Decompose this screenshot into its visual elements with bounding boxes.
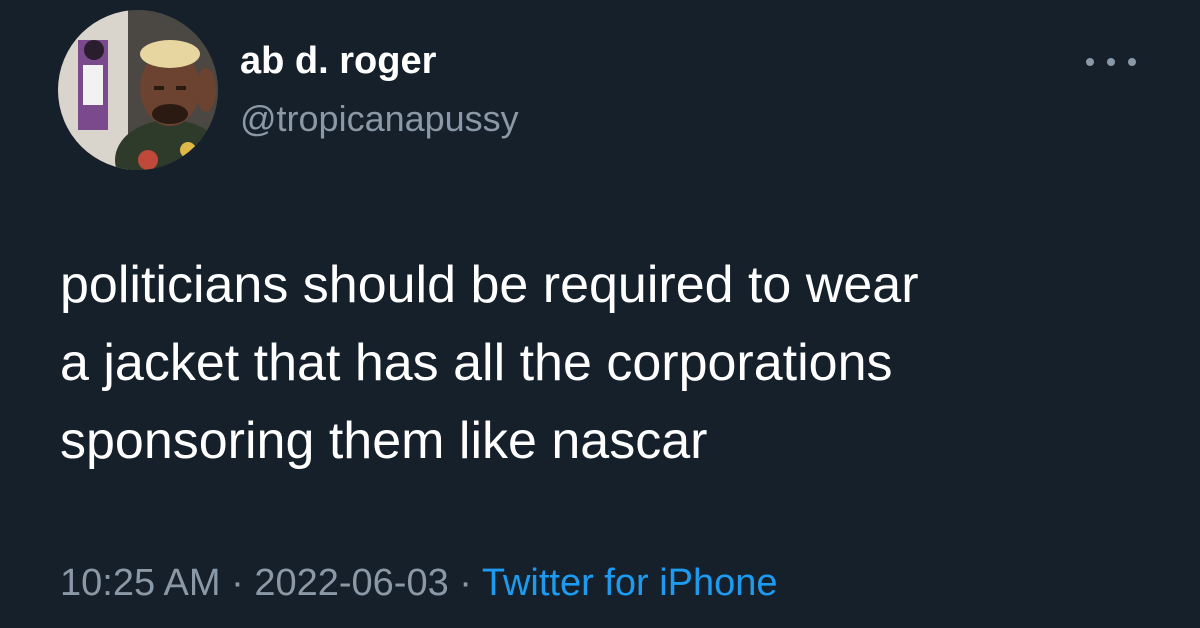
tweet-card: ab d. roger @tropicanapussy politicians … [0, 0, 1200, 628]
tweet-text-line: a jacket that has all the corporations [60, 334, 893, 392]
separator: · [459, 562, 472, 604]
tweet-text-line: politicians should be required to wear [60, 256, 919, 314]
tweet-source-link[interactable]: Twitter for iPhone [482, 562, 778, 604]
more-options-icon[interactable] [1086, 50, 1136, 74]
tweet-metadata: 10:25 AM · 2022-06-03 · Twitter for iPho… [60, 562, 778, 605]
tweet-date[interactable]: 2022-06-03 [254, 562, 448, 604]
avatar-image [58, 10, 218, 170]
tweet-time[interactable]: 10:25 AM [60, 562, 221, 604]
dot-icon [1128, 58, 1136, 66]
author-handle[interactable]: @tropicanapussy [240, 98, 519, 140]
tweet-text: politicians should be required to wear a… [60, 246, 1170, 480]
avatar[interactable] [58, 10, 218, 170]
dot-icon [1107, 58, 1115, 66]
tweet-text-line: sponsoring them like nascar [60, 412, 708, 470]
dot-icon [1086, 58, 1094, 66]
author-display-name[interactable]: ab d. roger [240, 40, 436, 83]
separator: · [231, 562, 244, 604]
